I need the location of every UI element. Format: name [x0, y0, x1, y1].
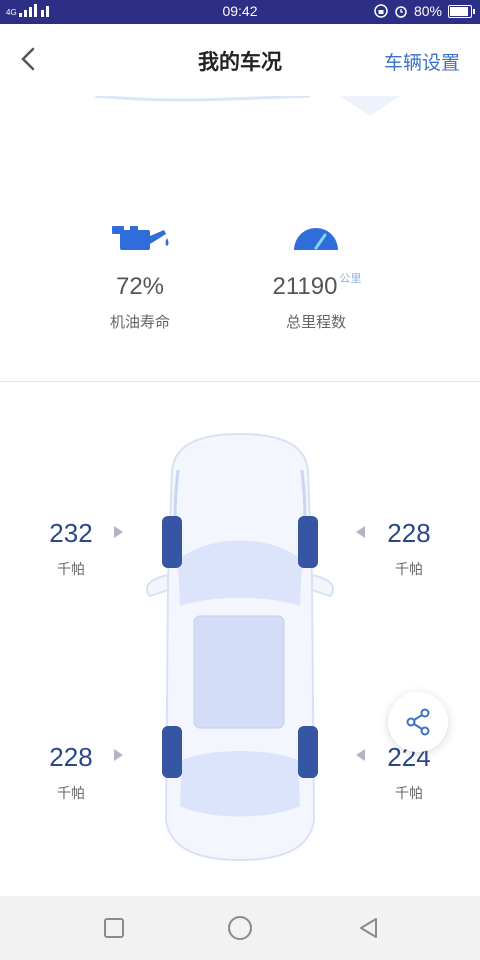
mileage-label: 总里程数 — [285, 314, 346, 331]
oil-life-stat: 72% 机油寿命 — [70, 220, 210, 332]
decorative-banner-edge — [94, 96, 400, 116]
share-icon — [406, 708, 430, 736]
mileage-stat: 21190 公里 总里程数 — [246, 220, 386, 332]
oil-life-value: 72% — [115, 273, 165, 300]
tire-front-left-arrow — [114, 526, 123, 538]
tire-rear-left-arrow — [114, 749, 123, 761]
tire-front-left-value: 232 — [49, 518, 93, 548]
tire-front-right-unit: 千帕 — [395, 561, 423, 577]
speedometer-icon — [294, 228, 338, 250]
tire-rear-right-arrow — [356, 749, 365, 761]
recent-apps-icon[interactable] — [102, 916, 126, 940]
oil-can-icon — [112, 226, 169, 250]
home-icon[interactable] — [226, 914, 254, 942]
mileage-value-row: 21190 公里 — [246, 273, 386, 301]
tire-rear-left-unit: 千帕 — [57, 785, 85, 801]
alarm-icon — [395, 6, 407, 18]
battery-percent: 80% — [413, 3, 442, 19]
tire-front-left: 232 千帕 — [36, 518, 106, 579]
vehicle-stats-card: 72% 机油寿命 21190 公里 总里程数 — [0, 96, 480, 381]
back-nav-icon[interactable] — [356, 916, 380, 940]
share-button[interactable] — [388, 692, 448, 752]
battery-icon — [448, 4, 475, 18]
tire-rear-left-value: 228 — [49, 742, 93, 772]
system-nav-bar — [0, 896, 480, 960]
tire-front-left-unit: 千帕 — [57, 561, 85, 577]
tire-front-right-arrow — [356, 526, 365, 538]
section-divider — [0, 381, 480, 382]
tire-rear-right-unit: 千帕 — [395, 785, 423, 801]
vehicle-settings-link[interactable]: 车辆设置 — [384, 48, 460, 75]
status-bar: 4G 09:42 80% — [0, 0, 480, 24]
rotation-lock-icon — [374, 4, 388, 18]
car-illustration — [145, 432, 335, 862]
tire-front-right: 228 千帕 — [374, 518, 444, 579]
oil-life-label: 机油寿命 — [109, 314, 170, 331]
tire-rear-left: 228 千帕 — [36, 742, 106, 803]
mileage-unit: 公里 — [339, 273, 362, 285]
tire-front-right-value: 228 — [387, 518, 431, 548]
app-header: 我的车况 车辆设置 — [0, 24, 480, 96]
mileage-value: 21190 — [272, 273, 338, 300]
